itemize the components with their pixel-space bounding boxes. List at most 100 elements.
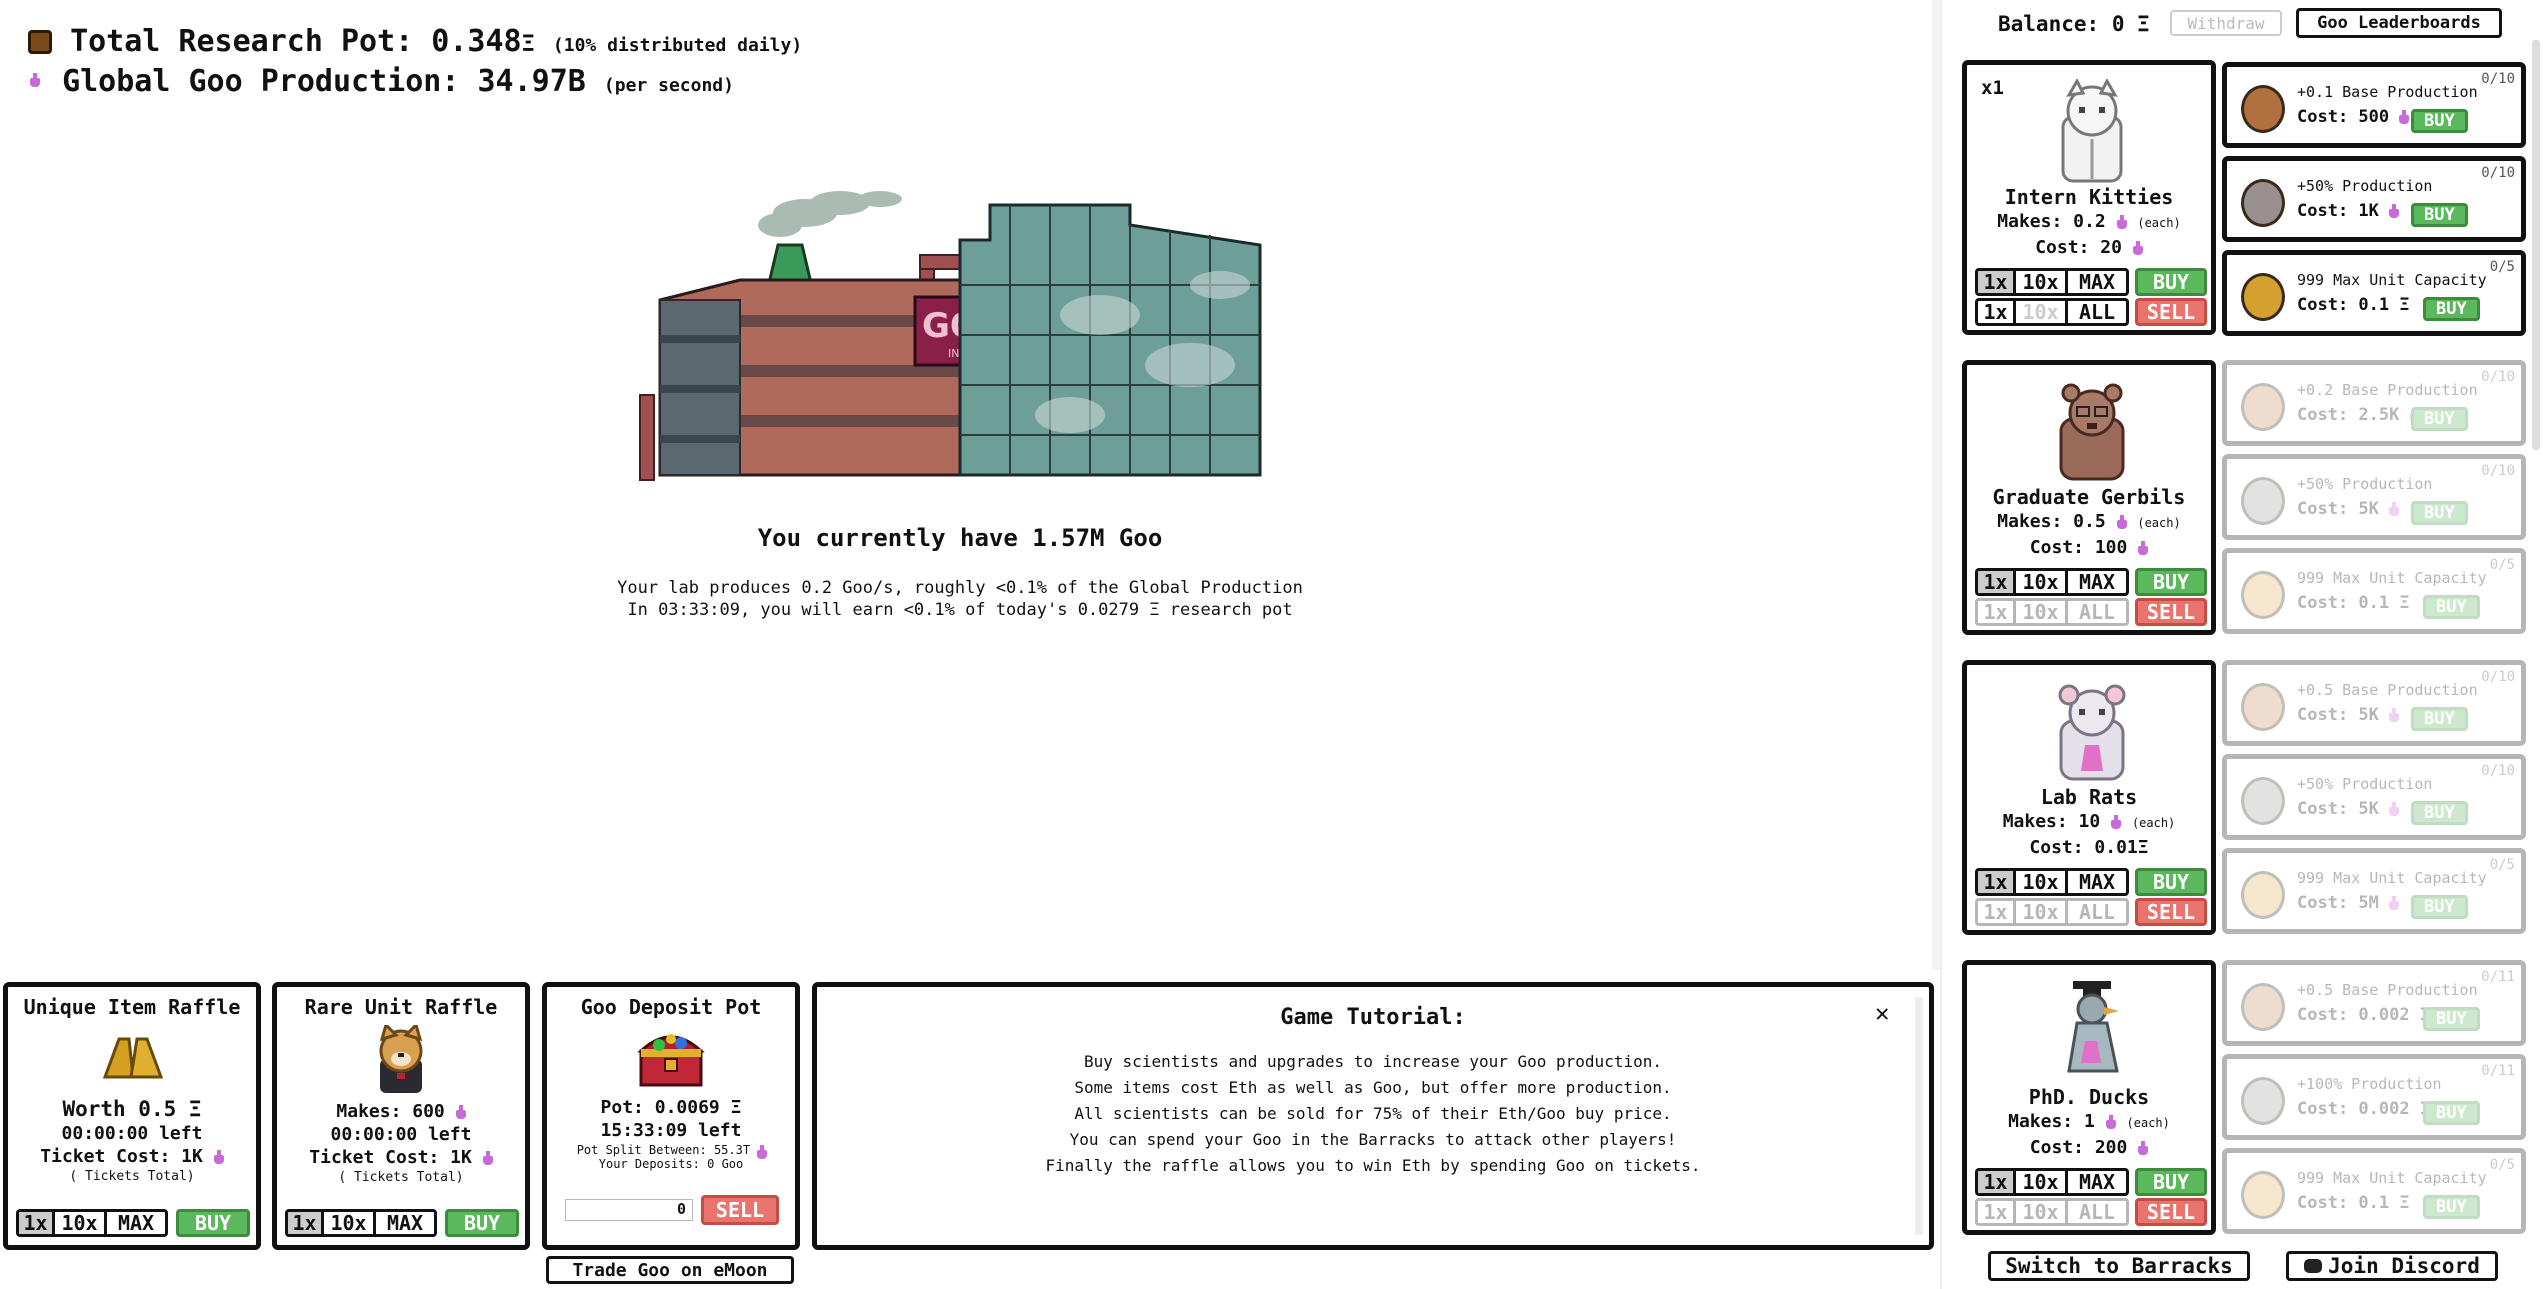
main-scrollbar[interactable] [1932, 0, 1940, 970]
qty-10x[interactable]: 10x [2016, 571, 2068, 593]
qty-max[interactable]: MAX [2068, 871, 2126, 893]
upgrade-buy-button[interactable]: BUY [2423, 297, 2480, 321]
upgrade-title: 999 Max Unit Capacity [2297, 1169, 2487, 1187]
sell-qty-1x[interactable]: 1x [1978, 901, 2016, 923]
deposit-title: Goo Deposit Pot [580, 995, 762, 1019]
qty-max[interactable]: MAX [2068, 1171, 2126, 1193]
sell-qty-all[interactable]: ALL [2068, 1201, 2126, 1223]
qty-1x[interactable]: 1x [1978, 1171, 2016, 1193]
raffle-buy-button[interactable]: BUY [176, 1209, 250, 1237]
buy-quantity-selector[interactable]: 1x 10x MAX [1975, 1168, 2129, 1196]
discord-icon [2304, 1259, 2323, 1273]
unit-buy-button[interactable]: BUY [2135, 868, 2207, 896]
sell-qty-10x[interactable]: 10x [2016, 601, 2068, 623]
tutorial-scrollbar[interactable] [1915, 997, 1923, 1235]
raffle-tickets-total: ( Tickets Total) [338, 1170, 464, 1185]
raffle-quantity-selector[interactable]: 1x 10x MAX [285, 1209, 437, 1237]
global-production-note: (per second) [603, 75, 734, 96]
upgrade-buy-button[interactable]: BUY [2411, 407, 2468, 431]
flask-icon [2116, 515, 2127, 529]
unit-sell-button[interactable]: SELL [2135, 598, 2207, 626]
upgrade-count: 0/11 [2481, 969, 2515, 985]
join-discord-button[interactable]: Join Discord [2286, 1251, 2498, 1281]
upgrade-buy-button[interactable]: BUY [2423, 1007, 2480, 1031]
qty-max[interactable]: MAX [2068, 571, 2126, 593]
upgrade-cost-value: Cost: 0.1 Ξ [2297, 1193, 2410, 1213]
sell-qty-10x[interactable]: 10x [2016, 901, 2068, 923]
upgrade-cost: Cost: 0.1 Ξ [2297, 295, 2410, 315]
unit-makes-value: Makes: 1 [2008, 1111, 2095, 1132]
buy-quantity-selector[interactable]: 1x 10x MAX [1975, 868, 2129, 896]
deposit-sell-button[interactable]: SELL [701, 1195, 779, 1225]
upgrade-buy-button[interactable]: BUY [2411, 707, 2468, 731]
sell-qty-1x[interactable]: 1x [1978, 601, 2016, 623]
upgrade-buy-button[interactable]: BUY [2411, 895, 2468, 919]
upgrade-card: 0/10 +50% Production Cost: 1K BUY [2222, 156, 2526, 242]
balance: Balance: 0 Ξ [1998, 12, 2150, 36]
withdraw-button[interactable]: Withdraw [2170, 10, 2282, 36]
unit-owned-count: x1 [1981, 77, 2004, 99]
upgrade-card: 0/5 999 Max Unit Capacity Cost: 0.1 Ξ BUY [2222, 250, 2526, 336]
upgrade-buy-button[interactable]: BUY [2423, 595, 2480, 619]
qty-10x[interactable]: 10x [2016, 871, 2068, 893]
leaderboards-button[interactable]: Goo Leaderboards [2296, 8, 2502, 38]
buy-quantity-selector[interactable]: 1x 10x MAX [1975, 268, 2129, 296]
upgrade-buy-button[interactable]: BUY [2411, 801, 2468, 825]
raffle-buy-button[interactable]: BUY [445, 1209, 519, 1237]
deposit-amount-input[interactable]: 0 [565, 1199, 693, 1221]
sell-qty-all[interactable]: ALL [2068, 301, 2126, 323]
qty-max[interactable]: MAX [2068, 271, 2126, 293]
upgrade-buy-button[interactable]: BUY [2423, 1101, 2480, 1125]
buy-quantity-selector[interactable]: 1x 10x MAX [1975, 568, 2129, 596]
flask-icon [2389, 896, 2400, 910]
unit-buy-button[interactable]: BUY [2135, 568, 2207, 596]
qty-1x[interactable]: 1x [1978, 271, 2016, 293]
flask-icon [2389, 204, 2400, 218]
raffle-quantity-selector[interactable]: 1x 10x MAX [16, 1209, 168, 1237]
flask-icon [2132, 241, 2143, 255]
sidebar-scrollbar[interactable] [2532, 40, 2540, 450]
sell-qty-10x[interactable]: 10x [2016, 1201, 2068, 1223]
qty-10x[interactable]: 10x [2016, 1171, 2068, 1193]
upgrade-count: 0/10 [2481, 165, 2515, 181]
upgrade-buy-button[interactable]: BUY [2411, 203, 2468, 227]
close-icon[interactable]: ✕ [1875, 999, 1889, 1027]
upgrade-buy-button[interactable]: BUY [2423, 1195, 2480, 1219]
sell-qty-1x[interactable]: 1x [1978, 1201, 2016, 1223]
qty-max[interactable]: MAX [376, 1212, 434, 1234]
unit-sell-button[interactable]: SELL [2135, 298, 2207, 326]
upgrade-title: 999 Max Unit Capacity [2297, 569, 2487, 587]
qty-1x[interactable]: 1x [1978, 571, 2016, 593]
sell-qty-10x[interactable]: 10x [2016, 301, 2068, 323]
upgrade-cost-value: Cost: 5K [2297, 705, 2379, 725]
switch-to-barracks-button[interactable]: Switch to Barracks [1988, 1251, 2250, 1281]
qty-10x[interactable]: 10x [324, 1212, 376, 1234]
qty-1x[interactable]: 1x [19, 1212, 55, 1234]
qty-1x[interactable]: 1x [1978, 871, 2016, 893]
tutorial-line: Some items cost Eth as well as Goo, but … [1074, 1078, 1672, 1097]
sell-qty-all[interactable]: ALL [2068, 601, 2126, 623]
upgrade-buy-button[interactable]: BUY [2411, 501, 2468, 525]
sell-quantity-selector[interactable]: 1x 10x ALL [1975, 898, 2129, 926]
sell-quantity-selector[interactable]: 1x 10x ALL [1975, 298, 2129, 326]
unit-sell-button[interactable]: SELL [2135, 898, 2207, 926]
qty-1x[interactable]: 1x [288, 1212, 324, 1234]
unit-buy-button[interactable]: BUY [2135, 1168, 2207, 1196]
upgrade-cost: Cost: 0.1 Ξ [2297, 1193, 2410, 1213]
qty-10x[interactable]: 10x [55, 1212, 107, 1234]
upgrade-cost-value: Cost: 0.002 Ξ [2297, 1005, 2431, 1025]
unit-sell-button[interactable]: SELL [2135, 1198, 2207, 1226]
lab-rat-sprite [2058, 684, 2126, 781]
tutorial-line: Buy scientists and upgrades to increase … [1084, 1052, 1662, 1071]
sell-qty-all[interactable]: ALL [2068, 901, 2126, 923]
qty-10x[interactable]: 10x [2016, 271, 2068, 293]
sell-quantity-selector[interactable]: 1x 10x ALL [1975, 598, 2129, 626]
upgrade-title: 999 Max Unit Capacity [2297, 271, 2487, 289]
unit-makes: Makes: 1 (each) [1967, 1111, 2211, 1132]
unit-buy-button[interactable]: BUY [2135, 268, 2207, 296]
sell-qty-1x[interactable]: 1x [1978, 301, 2016, 323]
upgrade-buy-button[interactable]: BUY [2411, 109, 2468, 133]
sell-quantity-selector[interactable]: 1x 10x ALL [1975, 1198, 2129, 1226]
trade-emoon-button[interactable]: Trade Goo on eMoon [546, 1256, 794, 1284]
qty-max[interactable]: MAX [107, 1212, 165, 1234]
